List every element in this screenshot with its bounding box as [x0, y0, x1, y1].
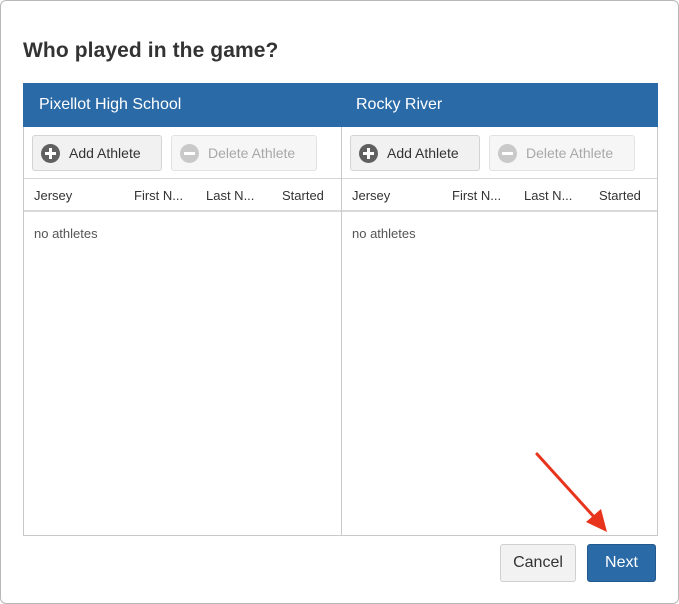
delete-athlete-button[interactable]: Delete Athlete — [489, 135, 635, 171]
empty-message: no athletes — [34, 226, 98, 241]
delete-athlete-label: Delete Athlete — [208, 145, 296, 161]
minus-circle-icon — [180, 143, 199, 163]
annotation-arrow-icon — [535, 452, 607, 532]
next-button[interactable]: Next — [587, 544, 656, 582]
delete-athlete-button[interactable]: Delete Athlete — [171, 135, 317, 171]
athlete-toolbar: Add Athlete Delete Athlete — [342, 127, 657, 179]
dialog-title: Who played in the game? — [23, 39, 279, 62]
add-athlete-button[interactable]: Add Athlete — [32, 135, 162, 171]
empty-message: no athletes — [352, 226, 416, 241]
column-started[interactable]: Started — [599, 188, 641, 203]
plus-circle-icon — [41, 143, 60, 163]
column-first-name[interactable]: First N... — [134, 188, 183, 203]
team-name: Rocky River — [341, 83, 658, 127]
team-name: Pixellot High School — [23, 83, 342, 127]
team-panel-home: Pixellot High School Add Athlete Delete … — [23, 83, 342, 536]
add-athlete-button[interactable]: Add Athlete — [350, 135, 480, 171]
delete-athlete-label: Delete Athlete — [526, 145, 614, 161]
cancel-button[interactable]: Cancel — [500, 544, 576, 582]
dialog: Who played in the game? Pixellot High Sc… — [0, 0, 679, 604]
athlete-table-header: Jersey First N... Last N... Started — [24, 179, 341, 212]
minus-circle-icon — [498, 143, 517, 163]
column-jersey[interactable]: Jersey — [34, 188, 72, 203]
athlete-toolbar: Add Athlete Delete Athlete — [24, 127, 341, 179]
column-started[interactable]: Started — [282, 188, 324, 203]
add-athlete-label: Add Athlete — [69, 145, 141, 161]
column-last-name[interactable]: Last N... — [524, 188, 572, 203]
column-jersey[interactable]: Jersey — [352, 188, 390, 203]
add-athlete-label: Add Athlete — [387, 145, 459, 161]
column-last-name[interactable]: Last N... — [206, 188, 254, 203]
column-first-name[interactable]: First N... — [452, 188, 501, 203]
plus-circle-icon — [359, 143, 378, 163]
athlete-table-header: Jersey First N... Last N... Started — [342, 179, 657, 212]
